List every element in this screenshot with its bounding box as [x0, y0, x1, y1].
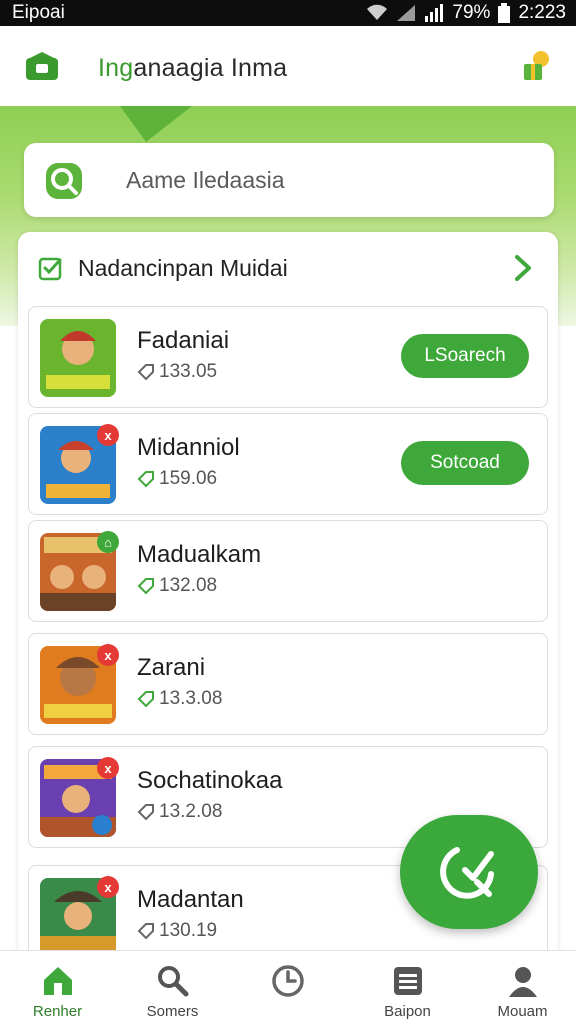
list-item[interactable]: ⌂ Madualkam 132.08	[28, 520, 548, 622]
phone-check-icon	[440, 847, 494, 899]
signal-icon	[397, 5, 416, 21]
item-name: Sochatinokaa	[137, 767, 283, 794]
tag-icon	[137, 471, 154, 488]
nav-label: Baipon	[384, 1003, 431, 1020]
tag-icon	[137, 923, 154, 940]
user-icon	[508, 967, 537, 997]
home-lock-icon[interactable]	[24, 50, 60, 82]
item-rating: 13.2.08	[159, 801, 223, 822]
home-badge-icon: ⌂	[97, 531, 119, 553]
search-bar[interactable]	[24, 143, 554, 217]
item-meta: 13.2.08	[137, 801, 222, 823]
item-rating: 130.19	[159, 920, 218, 941]
item-meta: 159.06	[137, 468, 217, 490]
item-name: Madantan	[137, 886, 244, 913]
battery-text: 79%	[452, 2, 491, 23]
list-icon	[393, 967, 422, 995]
gift-icon[interactable]	[520, 48, 554, 84]
app-bar: Inganaagia Inma	[0, 26, 576, 106]
check-icon	[38, 257, 62, 281]
nav-item-list[interactable]: Baipon	[350, 951, 465, 1024]
battery-icon	[498, 3, 511, 23]
header-notch	[120, 106, 192, 142]
item-action-button[interactable]: Sotcoad	[401, 441, 529, 485]
nav-item-home[interactable]: Renher	[0, 951, 115, 1024]
status-bar: Eipoai 79% 2:223	[0, 0, 576, 26]
item-rating: 13.3.08	[159, 688, 223, 709]
item-meta: 13.3.08	[137, 688, 222, 710]
section-title: Nadancinpan Muidai	[78, 255, 288, 281]
search-icon	[157, 966, 188, 997]
tag-icon	[137, 804, 154, 821]
search-input[interactable]	[126, 163, 526, 197]
item-action-button[interactable]: LSoarech	[401, 334, 529, 378]
item-rating: 159.06	[159, 468, 218, 489]
wifi-icon	[367, 4, 388, 20]
item-rating: 132.08	[159, 575, 218, 596]
nav-item-search[interactable]: Somers	[115, 951, 230, 1024]
status-icons: 79% 2:223	[366, 2, 566, 24]
home-icon	[43, 967, 72, 995]
nav-label: Renher	[32, 1003, 83, 1020]
app-title-green: Ing	[98, 54, 134, 82]
nav-label: Mouam	[497, 1003, 548, 1020]
clock-time: 2:223	[518, 2, 566, 23]
tag-icon	[137, 691, 154, 708]
close-badge-icon: x	[97, 644, 119, 666]
item-meta: 132.08	[137, 575, 217, 597]
item-name: Zarani	[137, 654, 206, 681]
item-meta: 130.19	[137, 920, 217, 942]
clock-icon	[271, 965, 304, 997]
list-item[interactable]: x Midanniol 159.06 Sotcoad	[28, 413, 548, 515]
app-thumbnail	[40, 319, 116, 397]
item-meta: 133.05	[137, 361, 217, 383]
search-icon[interactable]	[44, 161, 84, 201]
bottom-nav: Renher Somers Baipon Mouam	[0, 950, 576, 1024]
item-name: Madualkam	[137, 541, 262, 568]
signal-bars-icon	[425, 4, 444, 22]
carrier-label: Eipoai	[12, 2, 65, 23]
item-rating: 133.05	[159, 361, 218, 382]
app-title: Inganaagia Inma	[98, 54, 287, 83]
app-title-rest: anaagia Inma	[133, 54, 288, 82]
close-badge-icon: x	[97, 757, 119, 779]
close-badge-icon: x	[97, 876, 119, 898]
tag-icon	[137, 578, 154, 595]
item-name: Fadaniai	[137, 327, 230, 354]
close-badge-icon: x	[97, 424, 119, 446]
list-item[interactable]: x Zarani 13.3.08	[28, 633, 548, 735]
tag-icon	[137, 364, 154, 381]
nav-item-history[interactable]	[230, 951, 345, 1024]
list-item[interactable]: Fadaniai 133.05 LSoarech	[28, 306, 548, 408]
chevron-right-icon[interactable]	[512, 254, 534, 282]
nav-item-profile[interactable]: Mouam	[465, 951, 576, 1024]
item-name: Midanniol	[137, 434, 240, 461]
section-header[interactable]: Nadancinpan Muidai	[18, 232, 558, 302]
nav-label: Somers	[146, 1003, 199, 1020]
fab-button[interactable]	[400, 815, 538, 929]
